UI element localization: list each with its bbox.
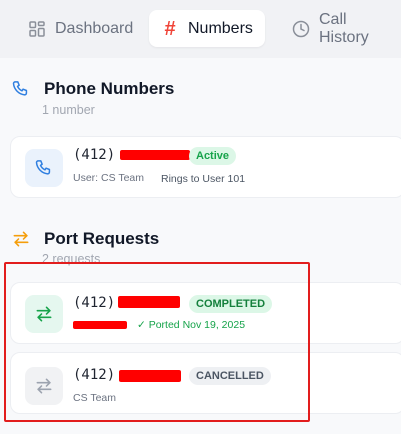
redacted-number: [120, 150, 190, 160]
phone-number-icon-box: [25, 149, 63, 187]
tab-call-history-label: Call History: [319, 10, 369, 46]
tab-call-history[interactable]: Call History: [280, 10, 401, 47]
hash-icon: #: [164, 17, 176, 40]
clock-icon: [292, 20, 310, 38]
tab-bar: Dashboard # Numbers Call History: [0, 0, 401, 58]
annotation-highlight-box: [4, 262, 310, 422]
phone-numbers-count: 1 number: [42, 103, 95, 117]
phone-number-area-code: (412): [73, 147, 116, 163]
phone-numbers-header: Phone Numbers: [10, 78, 174, 100]
tab-numbers-label: Numbers: [188, 19, 253, 37]
grid-icon: [28, 20, 46, 38]
phone-number-rings: Rings to User 101: [161, 173, 246, 185]
phone-icon: [10, 78, 32, 100]
phone-number-card[interactable]: (412) Active User: CS Team Rings to User…: [10, 136, 401, 198]
swap-icon: [10, 228, 32, 250]
tab-dashboard-label: Dashboard: [55, 19, 134, 37]
phone-number-user: User: CS Team: [73, 172, 144, 184]
port-requests-header: Port Requests: [10, 228, 159, 250]
phone-numbers-title: Phone Numbers: [44, 79, 175, 98]
port-requests-title: Port Requests: [44, 229, 160, 248]
tab-dashboard[interactable]: Dashboard: [16, 10, 145, 47]
phone-icon: [35, 160, 51, 175]
tab-numbers[interactable]: # Numbers: [149, 10, 265, 47]
status-badge-active: Active: [189, 147, 237, 165]
